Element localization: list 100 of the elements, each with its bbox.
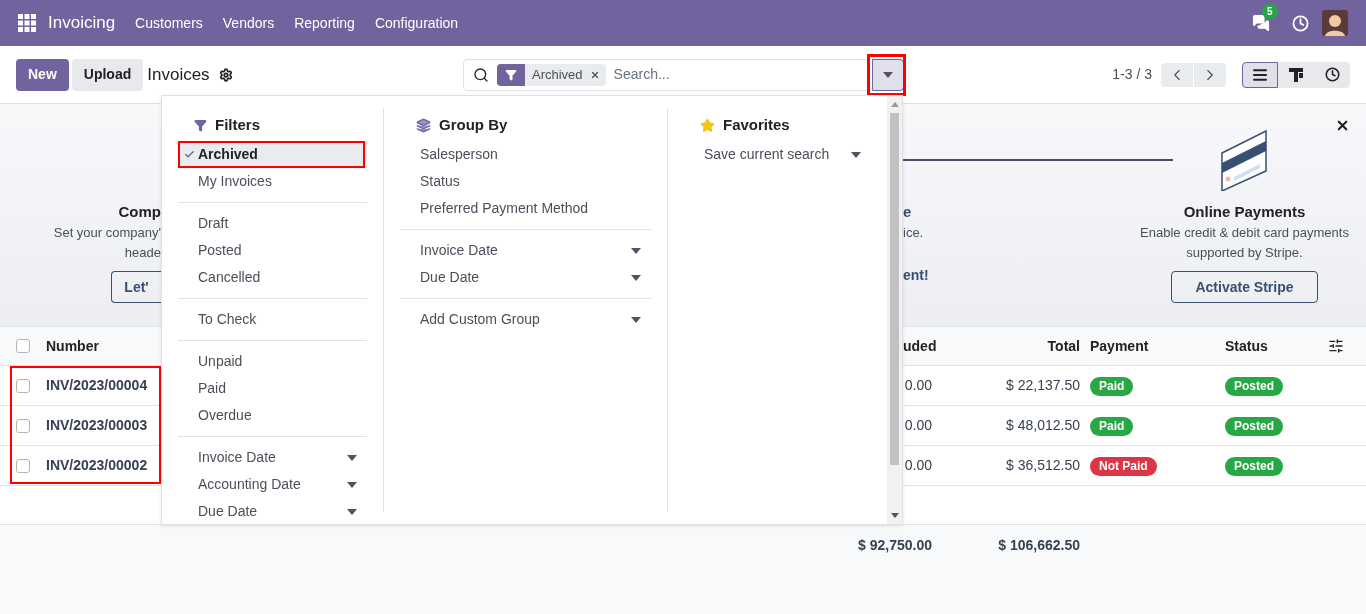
filter-option[interactable]: Status — [400, 168, 651, 195]
table-cell-text: 0.00 — [903, 416, 932, 435]
feature-description-line: heade — [124, 244, 161, 262]
caret-icon — [883, 71, 893, 78]
table-cell-text: INV/2023/00003 — [46, 416, 149, 435]
row-checkbox[interactable] — [16, 458, 30, 473]
view-switch-button[interactable] — [1242, 61, 1278, 88]
filter-option[interactable]: Paid — [178, 375, 367, 402]
select-all-checkbox[interactable] — [16, 339, 30, 353]
filter-option[interactable]: To Check — [178, 306, 367, 333]
search-input[interactable]: Search... — [613, 64, 869, 85]
filter-option[interactable]: Due Date — [400, 264, 651, 291]
star-icon — [700, 117, 715, 133]
settings-icon[interactable] — [218, 67, 233, 82]
avatar-icon[interactable] — [1322, 10, 1348, 36]
caret-icon — [347, 481, 357, 488]
total-cell-text: $ 106,662.50 — [997, 536, 1080, 555]
filter-option[interactable]: Unpaid — [178, 348, 367, 375]
filter-option[interactable]: Preferred Payment Method — [400, 195, 651, 222]
table-cell-text: $ 48,012.50 — [1005, 416, 1080, 435]
filter-option[interactable]: Posted — [178, 237, 367, 264]
row-checkbox[interactable] — [16, 378, 30, 393]
filter-option[interactable]: Draft — [178, 210, 367, 237]
filter-icon — [505, 68, 517, 81]
filter-option[interactable]: My Invoices — [178, 168, 367, 195]
caret-icon — [347, 508, 357, 515]
table-cell-text: $ 36,512.50 — [1005, 456, 1080, 475]
view-switch-button[interactable] — [1314, 61, 1350, 88]
feature-description-line: Set your company' — [53, 224, 161, 242]
kanban-view-icon — [1288, 66, 1304, 83]
feature-description-line: ice. — [903, 224, 925, 242]
filter-option[interactable]: Invoice Date — [400, 237, 651, 264]
search-icon — [473, 66, 489, 83]
filter-option[interactable]: Salesperson — [400, 141, 651, 168]
column-header[interactable]: Number — [46, 335, 161, 357]
previous-button[interactable] — [1161, 62, 1193, 87]
column-header[interactable]: Payment — [1080, 335, 1215, 357]
menu-item[interactable]: Vendors — [212, 12, 285, 34]
view-switch-button[interactable] — [1278, 61, 1314, 88]
scrollbar-thumb[interactable] — [890, 113, 899, 465]
column-header[interactable]: Status — [1215, 335, 1325, 357]
feature-title: e — [903, 202, 913, 222]
search-options-toggle[interactable] — [872, 58, 904, 91]
feature-title: Online Payments — [1183, 202, 1306, 222]
message-count-badge: 5 — [1262, 4, 1278, 19]
banner-link[interactable]: ent! — [903, 265, 1123, 286]
payment-badge: Paid — [1090, 417, 1134, 436]
filter-option[interactable]: Overdue — [178, 402, 367, 429]
check-icon — [184, 149, 195, 160]
status-badge: Posted — [1225, 457, 1283, 476]
caret-icon — [347, 454, 357, 461]
table-cell-text: INV/2023/00004 — [46, 376, 149, 395]
column-settings-icon[interactable] — [1328, 338, 1344, 354]
upload-button[interactable]: Upload — [71, 58, 144, 91]
feature-description-line: Enable credit & debit card payments — [1140, 224, 1349, 242]
filter-option[interactable]: Accounting Date — [178, 471, 367, 498]
filter-option[interactable]: Invoice Date — [178, 444, 367, 471]
layers-icon — [416, 117, 431, 133]
app-grid-icon[interactable] — [18, 14, 36, 32]
section-heading: Filters — [215, 114, 260, 135]
app-name[interactable]: Invoicing — [48, 10, 116, 36]
menu-item[interactable]: Configuration — [364, 12, 469, 34]
section-heading: Favorites — [723, 114, 790, 135]
status-badge: Posted — [1225, 377, 1283, 396]
credit-card-drawing — [1219, 129, 1270, 191]
remove-icon[interactable] — [589, 69, 600, 80]
section-heading: Group By — [439, 114, 508, 135]
close-icon[interactable] — [1335, 118, 1350, 133]
pager-value: 1-3 / 3 — [1112, 65, 1152, 84]
caret-icon — [851, 151, 861, 158]
clock-icon[interactable] — [1292, 14, 1309, 32]
payment-badge: Not Paid — [1090, 457, 1157, 476]
table-cell-text: INV/2023/00002 — [46, 456, 149, 475]
caret-icon — [631, 316, 641, 323]
banner-button[interactable]: Activate Stripe — [1171, 271, 1318, 303]
row-checkbox[interactable] — [16, 418, 30, 433]
page-title: Invoices — [147, 63, 210, 86]
filter-option[interactable]: Cancelled — [178, 264, 367, 291]
search-field[interactable]: Archived Search... — [463, 58, 870, 91]
clock-icon — [1324, 67, 1340, 82]
menu-item[interactable]: Reporting — [284, 12, 365, 34]
scroll-down-icon[interactable] — [890, 513, 899, 518]
feature-title: Comp — [118, 202, 161, 222]
total-cell-text: $ 92,750.00 — [857, 536, 932, 555]
filter-option[interactable]: Add Custom Group — [400, 306, 651, 333]
table-cell-text: 0.00 — [903, 376, 932, 395]
filter-icon — [194, 118, 207, 132]
table-cell-text: $ 22,137.50 — [1005, 376, 1080, 395]
next-button[interactable] — [1194, 62, 1226, 87]
chat-icon[interactable] — [1252, 14, 1270, 32]
list-view-icon — [1252, 66, 1268, 83]
menu-item[interactable]: Customers — [125, 12, 213, 34]
new-button[interactable]: New — [16, 58, 69, 91]
filter-option[interactable]: Due Date — [178, 498, 367, 524]
status-badge: Posted — [1225, 417, 1283, 436]
caret-icon — [631, 247, 641, 254]
payment-badge: Paid — [1090, 377, 1134, 396]
filter-option[interactable]: Save current search — [684, 141, 871, 168]
table-cell-text: 0.00 — [903, 456, 932, 475]
filter-facet[interactable]: Archived — [497, 63, 606, 86]
